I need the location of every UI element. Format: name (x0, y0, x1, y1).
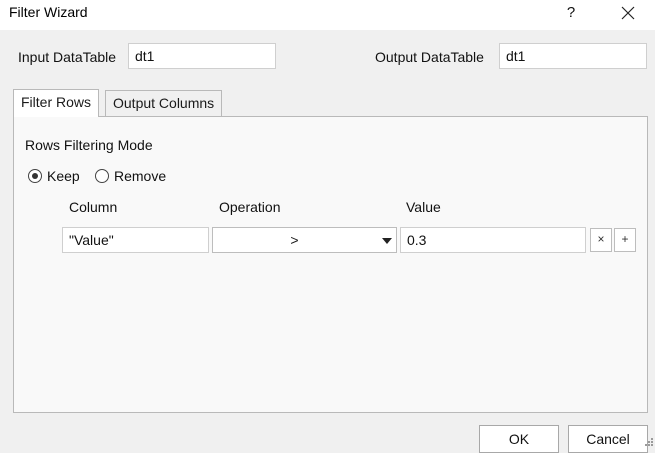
help-button[interactable]: ? (548, 0, 594, 28)
remove-radio-label[interactable]: Remove (114, 168, 166, 184)
column-field[interactable] (62, 227, 209, 253)
filter-rows-panel: Rows Filtering Mode Keep Remove Column O… (13, 116, 648, 413)
title-bar: Filter Wizard ? (0, 0, 655, 30)
input-datatable-field[interactable] (128, 43, 276, 69)
window-title: Filter Wizard (9, 4, 88, 20)
operation-header: Operation (219, 199, 281, 215)
remove-radio[interactable] (95, 169, 109, 183)
cancel-button[interactable]: Cancel (568, 425, 648, 453)
output-datatable-label: Output DataTable (375, 49, 484, 65)
tab-output-columns[interactable]: Output Columns (105, 90, 223, 116)
operation-dropdown[interactable]: > (212, 227, 397, 253)
close-button[interactable] (605, 0, 651, 28)
close-icon (621, 6, 635, 20)
remove-row-button[interactable]: × (590, 228, 612, 252)
ok-button[interactable]: OK (479, 425, 559, 453)
rows-filtering-mode-label: Rows Filtering Mode (25, 137, 153, 153)
operation-value: > (290, 232, 299, 248)
chevron-down-icon (382, 238, 392, 244)
keep-radio[interactable] (28, 169, 42, 183)
keep-radio-label[interactable]: Keep (47, 168, 80, 184)
tab-filter-rows[interactable]: Filter Rows (13, 89, 100, 117)
value-field[interactable] (400, 227, 586, 253)
add-row-button[interactable]: + (614, 228, 636, 252)
column-header: Column (69, 199, 118, 215)
output-datatable-field[interactable] (499, 43, 647, 69)
resize-grip-icon[interactable] (644, 437, 654, 447)
input-datatable-label: Input DataTable (18, 49, 117, 65)
value-header: Value (406, 199, 441, 215)
